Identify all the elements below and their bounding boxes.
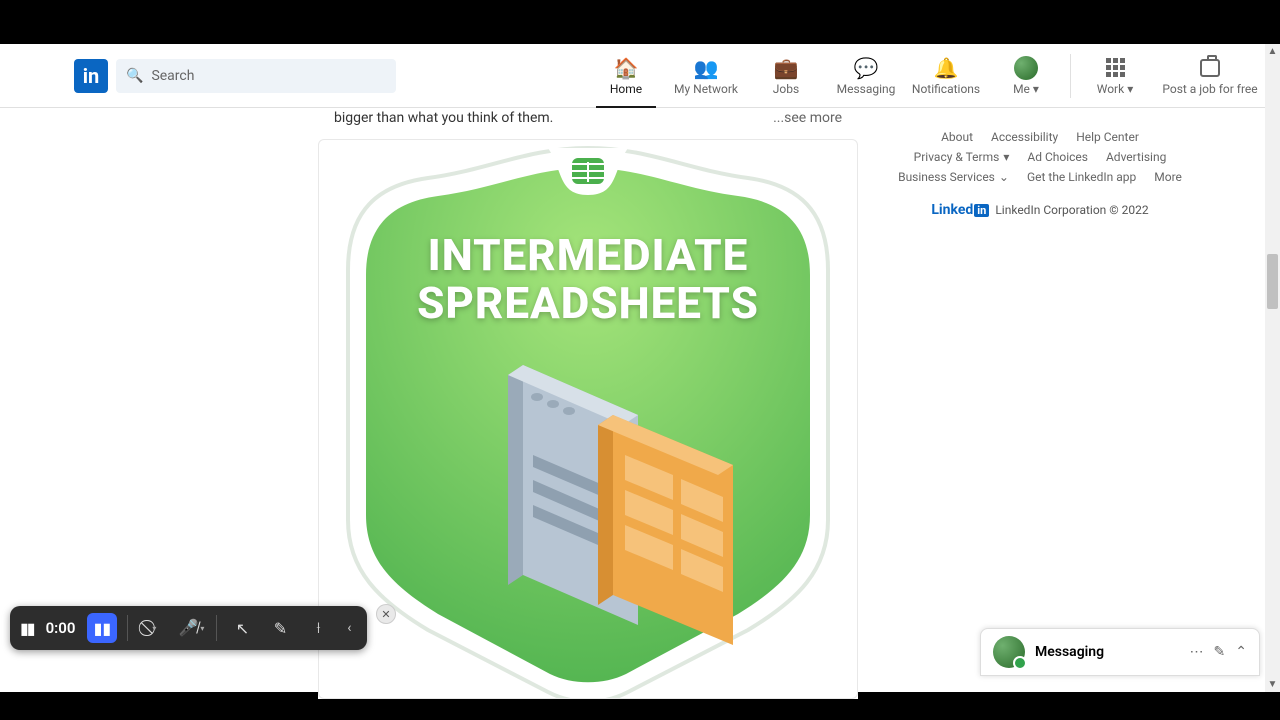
chevron-down-icon: ▾ xyxy=(152,624,156,633)
recorder-timer: 0:00 xyxy=(46,619,76,637)
chevron-down-icon: ▾ xyxy=(1003,150,1009,164)
chevron-down-icon: ⌄ xyxy=(999,170,1009,184)
cursor-icon: ↖ xyxy=(236,619,249,638)
cursor-tool-button[interactable]: ↖ xyxy=(227,613,257,643)
footer-link-accessibility[interactable]: Accessibility xyxy=(991,130,1058,144)
collapse-toolbar-button[interactable]: ‹ xyxy=(341,620,357,636)
chat-icon: 💬 xyxy=(854,56,879,80)
chevron-down-icon: ▾ xyxy=(1033,82,1039,96)
broom-icon: ⟊ xyxy=(316,618,320,638)
footer-link-help-center[interactable]: Help Center xyxy=(1076,130,1139,144)
avatar-icon xyxy=(993,636,1025,668)
footer-copyright: Linkedin LinkedIn Corporation © 2022 xyxy=(880,202,1200,218)
webcam-toggle-button[interactable]: ⃠▾ xyxy=(138,613,168,643)
nav-messaging[interactable]: 💬 Messaging xyxy=(826,44,906,108)
toolbar-divider xyxy=(216,615,217,641)
footer-link-about[interactable]: About xyxy=(941,130,973,144)
nav-notifications[interactable]: 🔔 Notifications xyxy=(906,44,986,108)
see-more-link[interactable]: ...see more xyxy=(773,108,842,129)
nav-my-network[interactable]: 👥 My Network xyxy=(666,44,746,108)
post-job-icon xyxy=(1200,56,1220,80)
linkedin-wordmark: Linkedin xyxy=(931,202,989,218)
close-recorder-button[interactable]: ✕ xyxy=(376,604,396,624)
close-icon: ✕ xyxy=(381,608,390,621)
scroll-down-arrow[interactable]: ▼ xyxy=(1265,677,1280,692)
people-icon: 👥 xyxy=(694,56,719,80)
screen-recorder-toolbar: ▮▮ 0:00 ▮▮ ⃠▾ 🎤̸▾ ↖ ✎ ⟊ ‹ xyxy=(10,606,367,650)
more-menu-icon[interactable]: ⋯ xyxy=(1190,644,1204,660)
linkedin-logo[interactable]: in xyxy=(74,59,108,93)
chevron-up-icon[interactable]: ⌃ xyxy=(1235,644,1247,660)
pencil-icon: ✎ xyxy=(274,619,287,638)
nav-me[interactable]: Me ▾ xyxy=(986,44,1066,108)
right-rail-footer: About Accessibility Help Center Privacy … xyxy=(880,130,1200,218)
footer-link-privacy-terms[interactable]: Privacy & Terms ▾ xyxy=(914,150,1010,164)
nav-jobs[interactable]: 💼 Jobs xyxy=(746,44,826,108)
badge-title-line1: INTERMEDIATE xyxy=(428,229,749,281)
badge-title-line2: SPREADSHEETS xyxy=(417,277,759,329)
post-text-fragment: bigger than what you think of them. xyxy=(334,108,553,129)
chevron-down-icon: ▾ xyxy=(200,624,204,633)
apps-grid-icon xyxy=(1106,56,1125,80)
eraser-tool-button[interactable]: ⟊ xyxy=(303,613,333,643)
badge-svg: INTERMEDIATE SPREADSHEETS xyxy=(328,140,848,699)
post-image-badge[interactable]: INTERMEDIATE SPREADSHEETS xyxy=(318,139,858,699)
primary-nav: 🏠 Home 👥 My Network 💼 Jobs 💬 Messaging 🔔… xyxy=(586,44,1265,108)
home-icon: 🏠 xyxy=(614,56,639,80)
window-letterbox-top xyxy=(0,0,1280,44)
post-text: bigger than what you think of them. ...s… xyxy=(318,108,858,129)
nav-divider xyxy=(1070,54,1071,98)
footer-link-more[interactable]: More xyxy=(1154,170,1182,184)
briefcase-icon: 💼 xyxy=(774,56,799,80)
search-input[interactable]: 🔍 Search xyxy=(116,59,396,93)
browser-scrollbar[interactable]: ▲ ▼ xyxy=(1265,44,1280,692)
feed-post: bigger than what you think of them. ...s… xyxy=(318,108,858,699)
footer-link-business-services[interactable]: Business Services ⌄ xyxy=(898,170,1009,184)
footer-link-ad-choices[interactable]: Ad Choices xyxy=(1027,150,1088,164)
compose-icon[interactable]: ✎ xyxy=(1214,644,1226,660)
chevron-left-icon: ‹ xyxy=(347,620,351,636)
bell-icon: 🔔 xyxy=(934,56,959,80)
nav-home[interactable]: 🏠 Home xyxy=(586,44,666,108)
search-icon: 🔍 xyxy=(126,68,143,84)
pause-button[interactable]: ▮▮ xyxy=(87,613,117,643)
scrollbar-thumb[interactable] xyxy=(1267,254,1278,309)
avatar-icon xyxy=(1014,56,1038,80)
nav-work[interactable]: Work ▾ xyxy=(1075,44,1155,108)
messaging-dock[interactable]: Messaging ⋯ ✎ ⌃ xyxy=(980,628,1260,676)
pause-bars-icon: ▮▮ xyxy=(20,619,34,638)
linkedin-header: in 🔍 Search 🏠 Home 👥 My Network 💼 Jobs 💬… xyxy=(0,44,1265,108)
footer-link-advertising[interactable]: Advertising xyxy=(1106,150,1166,164)
footer-link-get-app[interactable]: Get the LinkedIn app xyxy=(1027,170,1136,184)
mic-toggle-button[interactable]: 🎤̸▾ xyxy=(176,613,206,643)
search-placeholder: Search xyxy=(151,68,194,84)
scroll-up-arrow[interactable]: ▲ xyxy=(1265,44,1280,59)
chevron-down-icon: ▾ xyxy=(1127,82,1133,96)
messaging-dock-title: Messaging xyxy=(1035,644,1180,660)
nav-post-job[interactable]: Post a job for free xyxy=(1155,44,1265,108)
pen-tool-button[interactable]: ✎ xyxy=(265,613,295,643)
toolbar-divider xyxy=(127,615,128,641)
mic-off-icon: 🎤̸ xyxy=(178,618,198,638)
